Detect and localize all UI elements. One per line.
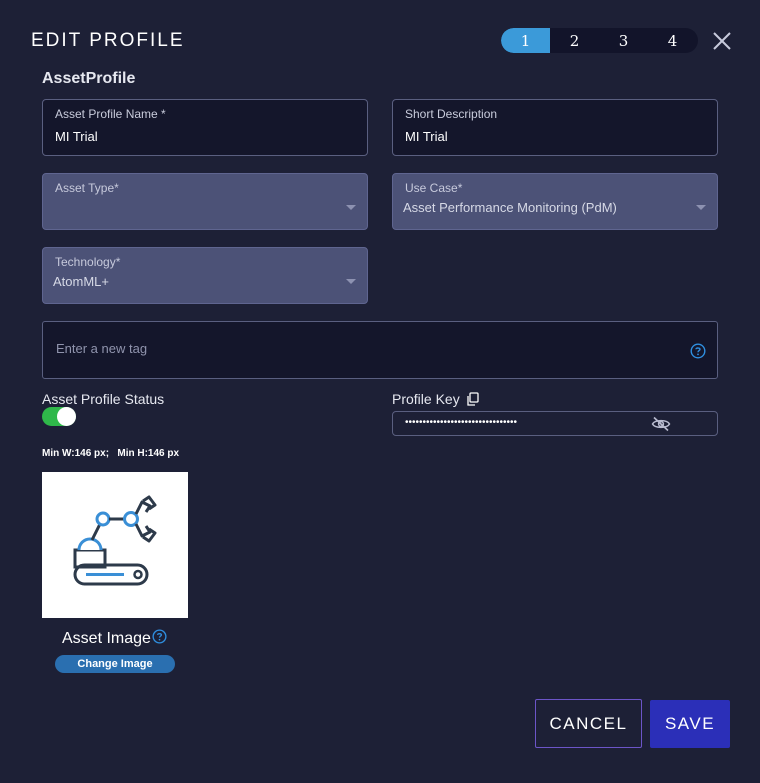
asset-image-label: Asset Image <box>62 630 151 647</box>
asset-type-select[interactable]: Asset Type* <box>42 173 368 230</box>
caret-down-icon <box>346 205 356 210</box>
field-value: AtomML+ <box>53 274 109 289</box>
field-label: Asset Type* <box>55 181 119 195</box>
section-title: AssetProfile <box>42 70 136 87</box>
asset-profile-name-field[interactable]: Asset Profile Name * MI Trial <box>42 99 368 156</box>
step-3[interactable]: 3 <box>599 28 648 53</box>
use-case-select[interactable]: Use Case* Asset Performance Monitoring (… <box>392 173 718 230</box>
profile-key-field[interactable]: •••••••••••••••••••••••••••••••• <box>392 411 718 436</box>
profile-key-value: •••••••••••••••••••••••••••••••• <box>405 417 518 428</box>
change-image-button[interactable]: Change Image <box>55 655 175 673</box>
robot-arm-icon <box>73 495 157 586</box>
status-label: Asset Profile Status <box>42 391 165 407</box>
field-label: Asset Profile Name * <box>55 107 166 121</box>
profile-key-heading: Profile Key <box>392 391 479 407</box>
save-button[interactable]: SAVE <box>650 700 730 748</box>
tag-field <box>42 321 718 379</box>
copy-icon[interactable] <box>466 392 479 406</box>
toggle-knob <box>57 407 76 426</box>
step-1[interactable]: 1 <box>501 28 550 53</box>
technology-select[interactable]: Technology* AtomML+ <box>42 247 368 304</box>
asset-image <box>42 472 188 618</box>
question-circle-icon[interactable] <box>152 629 167 649</box>
dialog-title: EDIT PROFILE <box>31 30 185 51</box>
image-min-dimensions: Min W:146 px; Min H:146 px <box>42 448 180 459</box>
field-label: Use Case* <box>405 181 463 195</box>
cancel-button[interactable]: CANCEL <box>535 699 642 748</box>
asset-image-heading: Asset Image <box>62 629 167 649</box>
profile-key-label: Profile Key <box>392 391 460 407</box>
field-label: Short Description <box>405 107 498 121</box>
short-description-field[interactable]: Short Description MI Trial <box>392 99 718 156</box>
caret-down-icon <box>346 279 356 284</box>
step-2[interactable]: 2 <box>550 28 599 53</box>
eye-slash-icon[interactable] <box>651 416 671 432</box>
tag-input[interactable] <box>56 338 656 358</box>
field-label: Technology* <box>55 255 121 269</box>
caret-down-icon <box>696 205 706 210</box>
field-value: MI Trial <box>55 129 98 144</box>
field-value: Asset Performance Monitoring (PdM) <box>403 200 617 215</box>
status-toggle[interactable] <box>42 407 76 426</box>
field-value: MI Trial <box>405 129 448 144</box>
question-circle-icon[interactable] <box>690 343 706 359</box>
step-4[interactable]: 4 <box>648 28 697 53</box>
close-icon[interactable] <box>710 29 734 53</box>
step-indicator: 1 2 3 4 <box>501 28 698 53</box>
